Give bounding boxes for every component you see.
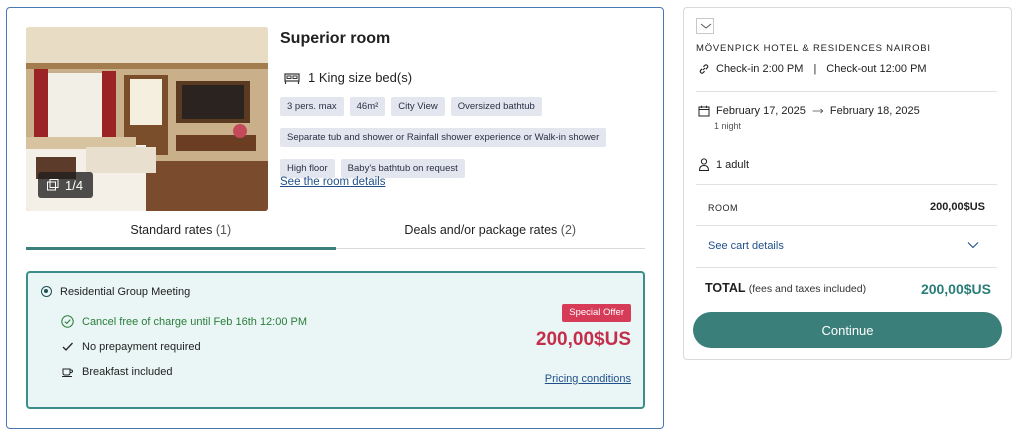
check-circle-icon	[61, 315, 74, 328]
prepayment-text: No prepayment required	[82, 340, 201, 353]
checkin-label: Check-in 2:00 PM	[716, 63, 804, 75]
rate-option[interactable]: Residential Group Meeting Cancel free of…	[26, 271, 645, 409]
divider	[696, 184, 997, 185]
cancel-policy: Cancel free of charge until Feb 16th 12:…	[61, 315, 307, 328]
total-price: 200,00$US	[920, 281, 991, 297]
hotel-name: MÖVENPICK HOTEL & RESIDENCES NAIROBI	[696, 43, 931, 54]
rate-name: Residential Group Meeting	[60, 286, 191, 298]
divider	[696, 91, 997, 92]
tab-standard-label: Standard rates	[130, 223, 213, 237]
total-title: TOTAL	[705, 281, 746, 295]
rate-radio[interactable]	[41, 286, 52, 297]
total-label: TOTAL (fees and taxes included)	[705, 281, 866, 295]
chip-view: City View	[391, 97, 445, 116]
coffee-cup-icon	[62, 368, 74, 377]
chip-capacity: 3 pers. max	[280, 97, 344, 116]
room-photo[interactable]: 1/4	[26, 27, 268, 211]
booking-summary: MÖVENPICK HOTEL & RESIDENCES NAIROBI Che…	[683, 7, 1012, 360]
tab-deals-count: (2)	[560, 223, 577, 237]
chip-shower: Separate tub and shower or Rainfall show…	[280, 128, 607, 147]
prepayment-info: No prepayment required	[61, 340, 201, 353]
bed-label: 1 King size bed(s)	[308, 70, 413, 85]
hotel-logo	[696, 18, 714, 34]
pricing-conditions-link[interactable]: Pricing conditions	[545, 373, 631, 385]
gallery-icon	[47, 179, 59, 191]
checkin-times: Check-in 2:00 PM | Check-out 12:00 PM	[698, 63, 927, 75]
tab-standard-count: (1)	[215, 223, 232, 237]
room-row-price: 200,00$US	[929, 201, 985, 213]
cancel-text: Cancel free of charge until Feb 16th 12:…	[82, 315, 308, 328]
person-icon	[698, 158, 710, 171]
cart-details-link[interactable]: See cart details	[708, 240, 784, 252]
chevron-down-icon[interactable]	[967, 241, 979, 249]
chevron-logo-icon	[700, 23, 712, 29]
divider	[696, 225, 997, 226]
special-offer-badge: Special Offer	[562, 304, 631, 322]
link-icon	[699, 64, 709, 74]
rate-price: 200,00$US	[535, 329, 631, 350]
date-to: February 18, 2025	[829, 105, 920, 117]
tab-standard-rates[interactable]: Standard rates (1)	[26, 223, 336, 250]
arrow-right-icon	[812, 108, 824, 114]
room-title: Superior room	[280, 30, 391, 47]
date-from: February 17, 2025	[716, 105, 806, 117]
photo-counter-badge[interactable]: 1/4	[38, 172, 94, 198]
guests-label: 1 adult	[716, 158, 750, 171]
room-card: 1/4 Superior room 1 King size bed(s) 3 p…	[6, 7, 664, 429]
guests-info: 1 adult	[698, 158, 749, 171]
room-details-link[interactable]: See the room details	[280, 176, 385, 188]
calendar-icon	[698, 105, 710, 117]
bed-info: 1 King size bed(s)	[284, 70, 412, 85]
room-features: 3 pers. max 46m² City View Oversized bat…	[280, 97, 650, 178]
stay-dates: February 17, 2025 February 18, 2025	[698, 105, 920, 117]
tab-deals-rates[interactable]: Deals and/or package rates (2)	[336, 223, 646, 248]
nights-count: 1 night	[714, 121, 742, 131]
bed-icon	[284, 72, 300, 84]
chip-bathtub: Oversized bathtub	[450, 97, 542, 116]
check-icon	[62, 342, 73, 351]
room-row-label: ROOM	[708, 203, 738, 213]
rate-tabs: Standard rates (1) Deals and/or package …	[26, 223, 646, 250]
breakfast-info: Breakfast included	[61, 365, 173, 378]
photo-counter: 1/4	[65, 177, 84, 193]
divider	[696, 267, 997, 268]
tab-deals-label: Deals and/or package rates	[404, 223, 558, 237]
total-fee-note: (fees and taxes included)	[748, 283, 867, 295]
continue-button[interactable]: Continue	[693, 312, 1002, 348]
checkout-label: Check-out 12:00 PM	[826, 63, 927, 75]
chip-size: 46m²	[349, 97, 386, 116]
checkin-divider: |	[813, 63, 817, 75]
breakfast-text: Breakfast included	[82, 365, 173, 378]
